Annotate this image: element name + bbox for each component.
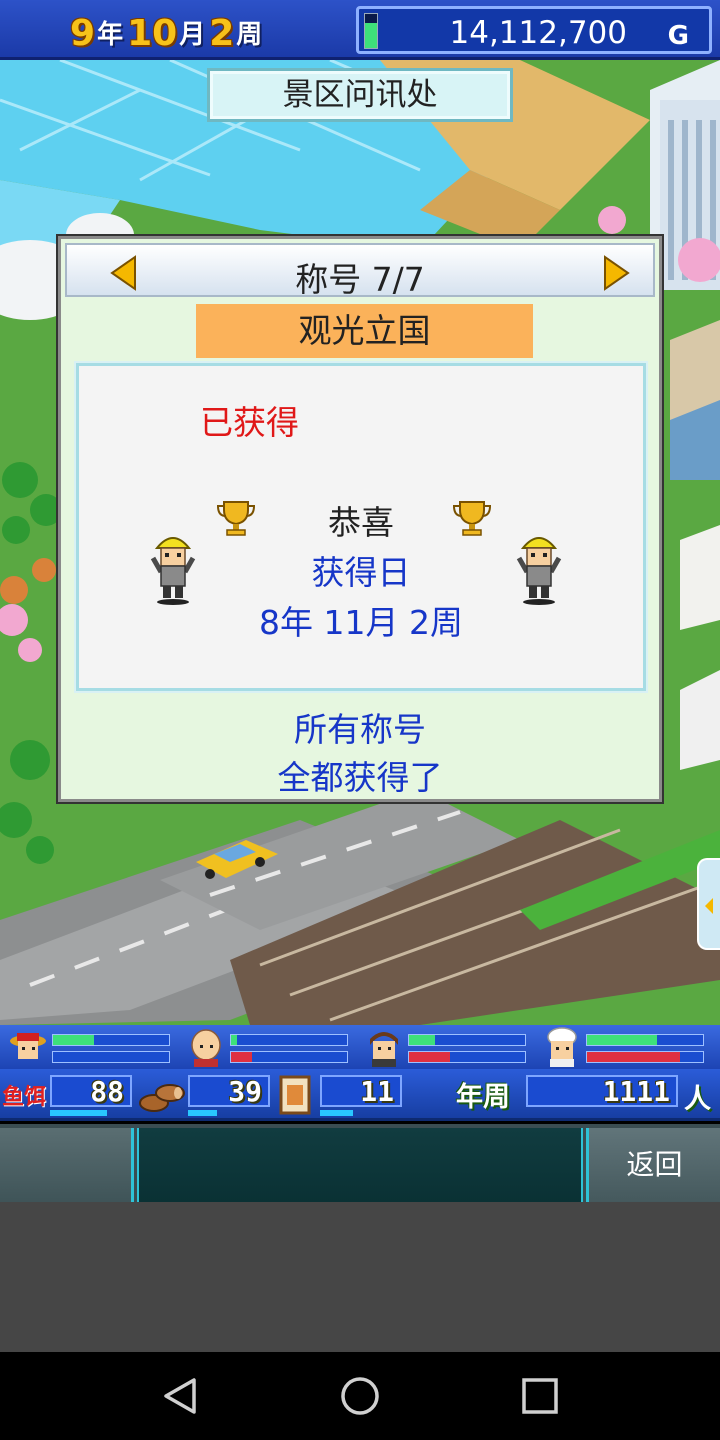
food-gauge	[50, 1110, 132, 1116]
year-unit: 年	[97, 20, 124, 50]
back-button[interactable]: 返回	[586, 1128, 720, 1202]
staff-stat-bar	[586, 1051, 704, 1063]
staff-stat-bar	[230, 1034, 348, 1046]
staff-member[interactable]	[8, 1027, 178, 1067]
staff-member[interactable]	[542, 1027, 714, 1067]
wood-gauge	[188, 1110, 270, 1116]
board-value: 11	[360, 1075, 394, 1108]
triangle-right-icon	[604, 255, 630, 291]
award-detail-panel: 已获得 恭喜 获得日 8年 11月 2周	[76, 363, 646, 691]
menu-slot-left[interactable]	[0, 1128, 134, 1202]
wood-counter[interactable]: 39	[188, 1075, 270, 1108]
week-unit: 周	[236, 20, 263, 50]
blank-area	[0, 1202, 720, 1352]
all-titles-line2: 全都获得了	[277, 758, 443, 797]
staff-stat-bar	[52, 1034, 170, 1046]
year-number: 9	[70, 13, 96, 54]
next-title-button[interactable]	[601, 255, 631, 291]
top-status-bar: 9 年 10 月 2 周 14,112,700 G	[0, 0, 720, 60]
obtained-date-label: 获得日	[311, 553, 411, 592]
month-number: 10	[127, 13, 178, 54]
food-counter[interactable]: 88	[50, 1075, 132, 1108]
money-unit: G	[667, 21, 689, 51]
money-value: 14,112,700	[449, 15, 628, 51]
dialog-title: 称号 7/7	[295, 260, 425, 299]
population-value: 1111	[602, 1075, 670, 1108]
bottom-menu: 返回	[0, 1124, 720, 1202]
staff-stat-bar	[408, 1051, 526, 1063]
wood-icon	[139, 1084, 185, 1112]
month-unit: 月	[179, 20, 206, 50]
staff-stat-bar	[586, 1034, 704, 1046]
congrats-text: 恭喜	[328, 503, 394, 542]
money-gauge	[364, 13, 378, 49]
chevron-left-icon	[705, 898, 713, 914]
staff-stat-bar	[230, 1051, 348, 1063]
wood-value: 39	[228, 1075, 262, 1108]
side-panel-tab[interactable]	[697, 858, 720, 950]
board-counter[interactable]: 11	[320, 1075, 402, 1108]
board-gauge	[320, 1110, 402, 1116]
staff-stat-bar	[408, 1034, 526, 1046]
nav-home-icon[interactable]	[338, 1374, 382, 1418]
location-label: 景区问讯处	[207, 68, 513, 122]
money-display[interactable]: 14,112,700 G	[356, 6, 712, 54]
dialog-header: 称号 7/7	[65, 243, 655, 299]
staff-strip	[0, 1025, 720, 1069]
title-dialog: 称号 7/7 观光立国 已获得 恭喜 获得日 8年 11月 2周 所有称号 全都…	[58, 236, 662, 802]
population-unit: 人	[684, 1084, 711, 1115]
food-label: 鱼饵	[2, 1085, 47, 1110]
staff-member[interactable]	[364, 1027, 534, 1067]
all-titles-line1: 所有称号	[294, 710, 426, 749]
game-date: 9 年 10 月 2 周	[70, 8, 266, 54]
resource-bar: 鱼饵 88 39 11 年周 1111 人	[0, 1069, 720, 1121]
board-icon	[279, 1075, 311, 1115]
nav-back-icon[interactable]	[158, 1374, 202, 1418]
staff-brown-hair-icon	[370, 1032, 398, 1067]
staff-stat-bar	[52, 1051, 170, 1063]
staff-bald-icon	[191, 1029, 221, 1067]
money-gauge-fill	[365, 22, 377, 48]
staff-hat-icon	[10, 1033, 46, 1059]
menu-slot-center[interactable]	[137, 1128, 583, 1202]
obtained-status: 已获得	[200, 403, 299, 442]
population-counter[interactable]: 1111	[526, 1075, 678, 1108]
week-number: 2	[209, 13, 235, 54]
award-name-ribbon: 观光立国	[196, 304, 533, 358]
obtained-date-value: 8年 11月 2周	[259, 603, 463, 642]
food-value: 88	[90, 1075, 124, 1108]
system-nav-bar	[0, 1352, 720, 1440]
staff-chef-icon	[547, 1027, 577, 1067]
nav-recents-icon[interactable]	[518, 1374, 562, 1418]
staff-member[interactable]	[186, 1027, 356, 1067]
year-week-label: 年周	[456, 1082, 510, 1113]
